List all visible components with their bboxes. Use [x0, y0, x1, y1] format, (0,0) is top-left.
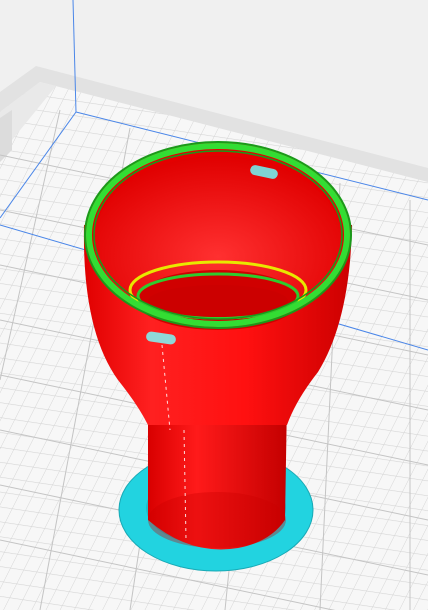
layer-view-viewport[interactable]	[0, 0, 428, 610]
build-plate-scene[interactable]	[0, 0, 428, 610]
